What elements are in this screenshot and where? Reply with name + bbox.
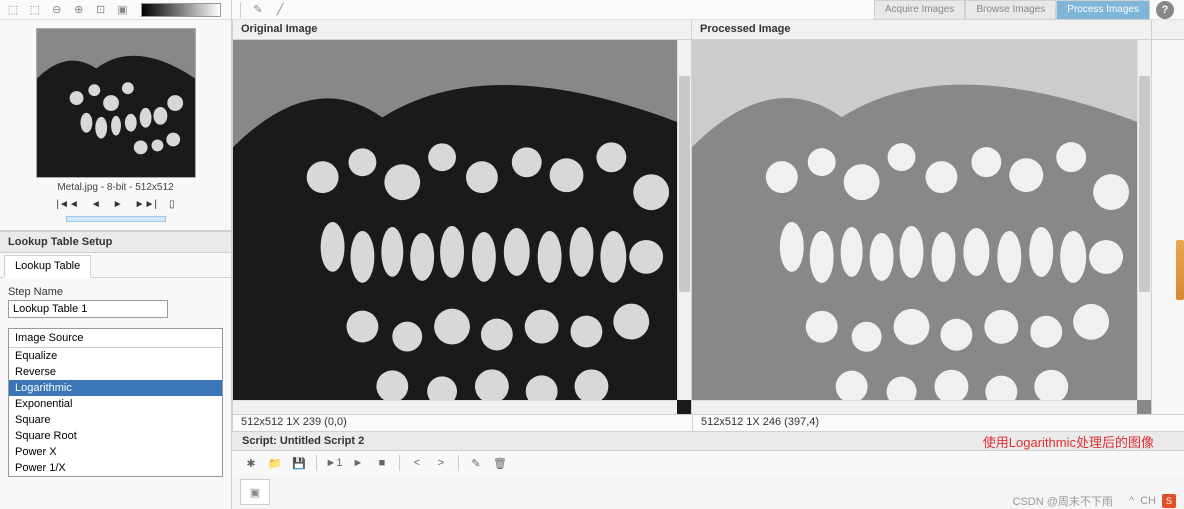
stop-icon[interactable]: ■ [373, 454, 391, 472]
lut-gradient-bar[interactable] [141, 3, 221, 17]
script-title: Script: Untitled Script 2 [242, 435, 364, 447]
step-run-icon[interactable]: ►1 [325, 454, 343, 472]
original-scroll-vertical[interactable] [677, 40, 691, 400]
ime-badge[interactable]: S [1162, 494, 1176, 508]
script-step-thumb[interactable]: ▣ [240, 479, 270, 505]
lookup-setup-header: Lookup Table Setup [0, 231, 231, 253]
original-image-header: Original Image [232, 20, 692, 39]
zoom-in-icon[interactable]: ⊕ [70, 1, 88, 19]
nav-prev-icon[interactable]: ◄ [91, 199, 101, 210]
side-handle[interactable] [1176, 240, 1184, 300]
lookup-option-equalize[interactable]: Equalize [9, 348, 222, 364]
step-name-label: Step Name [8, 286, 223, 298]
zoom-out-icon[interactable]: ⊖ [48, 1, 66, 19]
script-toolbar: ✱ 📁 💾 ►1 ► ■ < > ✎ 🗑 [232, 451, 1184, 475]
line-icon[interactable]: ╱ [271, 1, 289, 19]
processed-scroll-vertical[interactable] [1137, 40, 1151, 400]
original-info-bar: 512x512 1X 239 (0,0) [232, 415, 692, 431]
delete-icon[interactable]: 🗑 [491, 454, 509, 472]
lookup-option-exponential[interactable]: Exponential [9, 396, 222, 412]
processed-scroll-horizontal[interactable] [692, 400, 1137, 414]
fit-icon[interactable]: ▣ [114, 1, 132, 19]
ime-indicator[interactable]: CH [1140, 495, 1156, 507]
tool-icon-1[interactable]: ⬚ [4, 1, 22, 19]
tab-browse-images[interactable]: Browse Images [965, 0, 1056, 20]
left-panel: ⬚ ⬚ ⊖ ⊕ ⊡ ▣ Met [0, 0, 232, 509]
nav-extra-icon[interactable]: ▯ [169, 199, 175, 210]
prev-step-icon[interactable]: < [408, 454, 426, 472]
lookup-option-square[interactable]: Square [9, 412, 222, 428]
annotation-text: 使用Logarithmic处理后的图像 [983, 432, 1154, 451]
processed-image-header: Processed Image [692, 20, 1152, 39]
top-tabs: Acquire Images Browse Images Process Ima… [874, 0, 1174, 20]
tab-acquire-images[interactable]: Acquire Images [874, 0, 965, 20]
image-source-label: Image Source [9, 329, 222, 348]
watermark: CSDN @周末不下雨 [1013, 493, 1113, 509]
thumbnail-caption: Metal.jpg - 8-bit - 512x512 [57, 182, 173, 193]
tool-icon-2[interactable]: ⬚ [26, 1, 44, 19]
nav-first-icon[interactable]: |◄◄ [56, 199, 78, 210]
zoom-reset-icon[interactable]: ⊡ [92, 1, 110, 19]
gear-icon[interactable]: ✱ [242, 454, 260, 472]
thumbnail-image [36, 28, 196, 178]
next-step-icon[interactable]: > [432, 454, 450, 472]
edit-icon[interactable]: ✎ [467, 454, 485, 472]
step-name-input[interactable] [8, 300, 168, 318]
nav-last-icon[interactable]: ►►| [135, 199, 157, 210]
original-image-canvas[interactable] [233, 40, 691, 414]
lookup-option-power-1-x[interactable]: Power 1/X [9, 460, 222, 476]
image-source-listbox: Image Source EqualizeReverseLogarithmicE… [8, 328, 223, 477]
processed-image-canvas[interactable] [692, 40, 1151, 414]
nav-next-icon[interactable]: ► [113, 199, 123, 210]
original-scroll-horizontal[interactable] [233, 400, 677, 414]
wand-icon[interactable]: ✎ [249, 1, 267, 19]
left-toolbar: ⬚ ⬚ ⊖ ⊕ ⊡ ▣ [0, 0, 231, 20]
lookup-option-reverse[interactable]: Reverse [9, 364, 222, 380]
tab-lookup-table[interactable]: Lookup Table [4, 255, 91, 278]
lookup-option-power-x[interactable]: Power X [9, 444, 222, 460]
help-icon[interactable]: ? [1156, 1, 1174, 19]
lookup-option-logarithmic[interactable]: Logarithmic [9, 380, 222, 396]
tab-process-images[interactable]: Process Images [1056, 0, 1150, 20]
play-icon[interactable]: ► [349, 454, 367, 472]
lookup-option-square-root[interactable]: Square Root [9, 428, 222, 444]
thumbnail-progress[interactable] [66, 216, 166, 222]
folder-icon[interactable]: 📁 [266, 454, 284, 472]
processed-info-bar: 512x512 1X 246 (397,4) [692, 415, 1152, 431]
save-icon[interactable]: 💾 [290, 454, 308, 472]
